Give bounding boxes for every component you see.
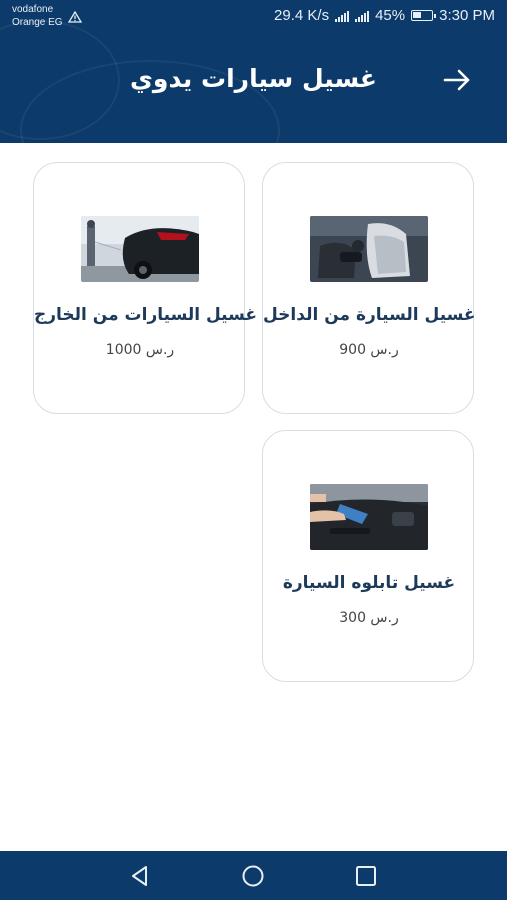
status-bar: vodafone Orange EG 29.4 K/s 45% 3:30 PM	[0, 0, 507, 34]
carrier-name: vodafone	[12, 4, 54, 15]
network-speed: 29.4 K/s	[274, 7, 330, 24]
service-image	[310, 216, 428, 282]
signal-icon	[355, 10, 370, 22]
service-image	[81, 216, 199, 282]
warning-icon	[68, 11, 82, 23]
arrow-right-icon[interactable]	[440, 63, 474, 97]
circle-home-icon[interactable]	[241, 864, 265, 888]
service-name: غسيل تابلوه السيارة	[282, 573, 456, 593]
service-price: 300 ر.س	[339, 610, 399, 626]
carrier-info: vodafone Orange EG	[12, 3, 63, 29]
app-header: vodafone Orange EG 29.4 K/s 45% 3:30 PM …	[0, 0, 507, 143]
service-price: 900 ر.س	[339, 342, 399, 358]
service-name: غسيل السيارات من الخارج	[34, 305, 258, 325]
status-right: 29.4 K/s 45% 3:30 PM	[274, 7, 495, 24]
clock: 3:30 PM	[439, 7, 495, 24]
service-name: غسيل السيارة من الداخل	[263, 305, 476, 325]
battery-icon	[411, 10, 437, 21]
service-price: 1000 ر.س	[105, 342, 175, 358]
page-title: غسيل سيارات يدوي	[130, 64, 377, 93]
signal-icon	[335, 10, 350, 22]
triangle-back-icon[interactable]	[128, 864, 152, 888]
service-card[interactable]: غسيل تابلوه السيارة 300 ر.س	[262, 430, 474, 682]
service-card[interactable]: غسيل السيارات من الخارج 1000 ر.س	[33, 162, 258, 414]
service-image	[310, 484, 428, 550]
service-card[interactable]: غسيل السيارة من الداخل 900 ر.س	[262, 162, 476, 414]
square-recent-icon[interactable]	[354, 864, 378, 888]
carrier-secondary: Orange EG	[12, 17, 63, 28]
battery-percent: 45%	[375, 7, 406, 24]
system-navigation-bar	[0, 851, 507, 900]
